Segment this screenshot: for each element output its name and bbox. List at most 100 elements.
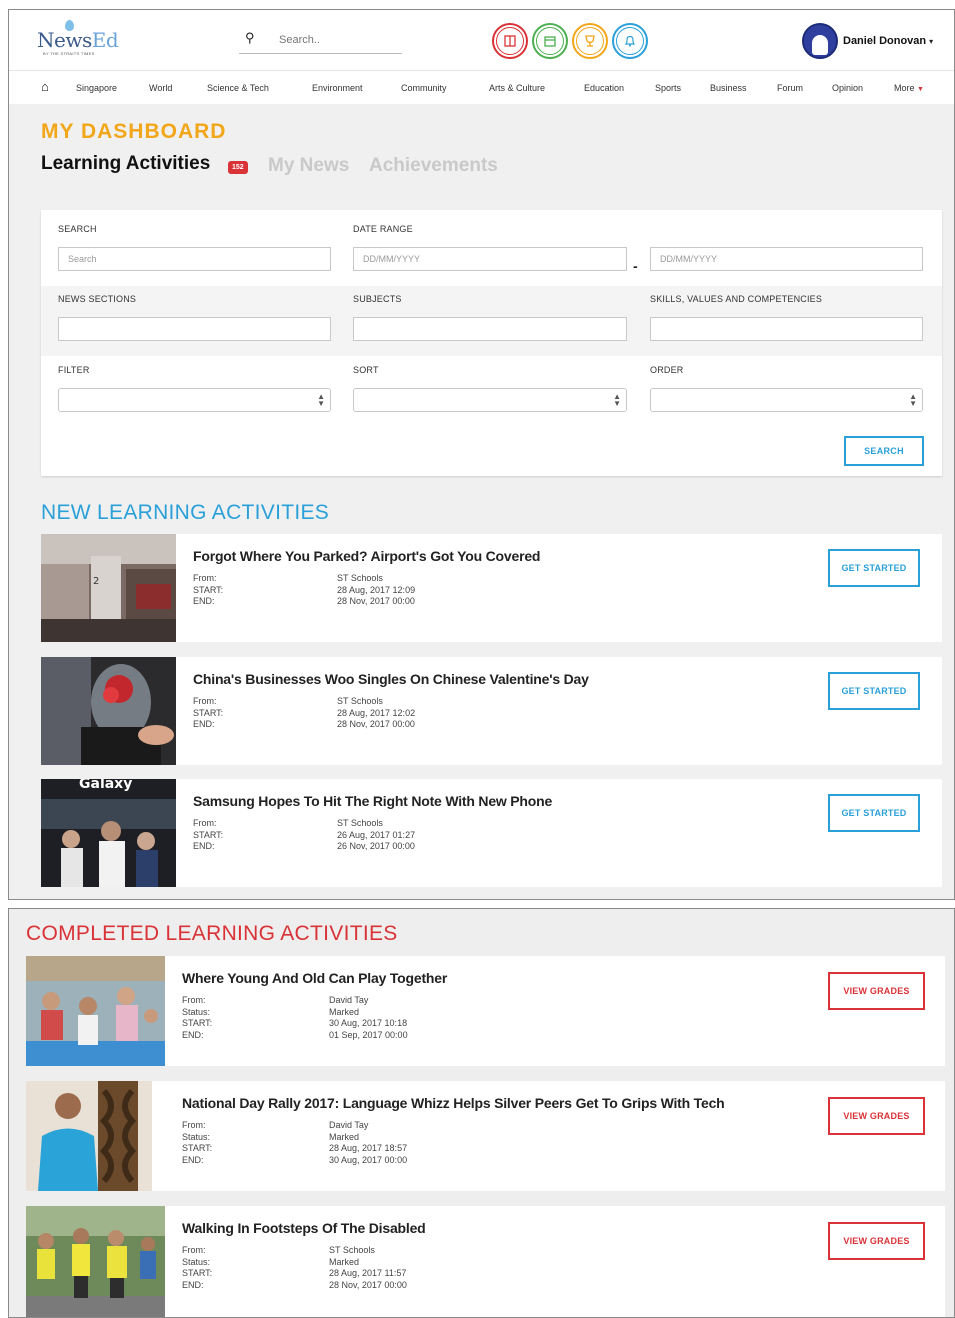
meta-from: ST Schools [337, 696, 383, 706]
activity-card: China's Businesses Woo Singles On Chines… [41, 657, 942, 765]
completed-card: Where Young And Old Can Play Together Fr… [26, 956, 945, 1066]
activity-meta-values: ST Schools 28 Aug, 2017 12:02 28 Nov, 20… [337, 696, 415, 731]
nav-item-opinion[interactable]: Opinion [832, 83, 863, 93]
folder-icon [536, 27, 564, 55]
subjects-label: SUBJECTS [353, 294, 402, 304]
meta-label-end: END: [182, 1279, 204, 1290]
skills-field[interactable] [650, 317, 923, 341]
meta-label-end: END: [182, 1154, 204, 1165]
nav-item-singapore[interactable]: Singapore [76, 83, 117, 93]
activity-title[interactable]: Walking In Footsteps Of The Disabled [182, 1220, 426, 1236]
filter-panel: SEARCH Search DATE RANGE DD/MM/YYYY - DD… [41, 210, 942, 476]
newsed-logo[interactable]: NewsEd [37, 28, 119, 52]
meta-label-start: START: [193, 584, 224, 595]
nav-item-forum[interactable]: Forum [777, 83, 803, 93]
folder-icon-button[interactable] [532, 23, 568, 59]
activity-meta-labels: From: Status: START: END: [182, 1120, 212, 1166]
home-icon[interactable]: ⌂ [41, 79, 49, 94]
meta-label-status: Status: [182, 1006, 211, 1017]
logo-accent: Ed [91, 28, 119, 52]
nav-item-education[interactable]: Education [584, 83, 624, 93]
top-header: NewsEd BY THE STRAITS TIMES ⚲ Search.. D… [9, 10, 954, 70]
activity-title[interactable]: Forgot Where You Parked? Airport's Got Y… [193, 548, 540, 564]
filter-select[interactable]: ▲ ▼ [58, 388, 331, 412]
meta-start: 26 Aug, 2017 01:27 [337, 829, 416, 840]
view-grades-button[interactable]: VIEW GRADES [828, 1097, 925, 1135]
get-started-button[interactable]: GET STARTED [828, 549, 920, 587]
thumbnail-image[interactable] [26, 1081, 165, 1191]
activity-meta-labels: From: START: END: [193, 573, 223, 608]
get-started-button[interactable]: GET STARTED [828, 672, 920, 710]
bell-icon-button[interactable] [612, 23, 648, 59]
thumbnail-image[interactable] [26, 956, 165, 1066]
date-to-field[interactable]: DD/MM/YYYY [650, 247, 923, 271]
meta-label-start: START: [182, 1143, 213, 1153]
nav-item-more[interactable]: More ▼ [894, 83, 924, 93]
thumbnail-image[interactable]: Galaxy [41, 779, 176, 887]
activity-title[interactable]: Where Young And Old Can Play Together [182, 970, 447, 986]
book-icon [496, 27, 524, 55]
page-title: MY DASHBOARD [41, 120, 227, 143]
activity-meta-values: David Tay Marked 30 Aug, 2017 10:18 01 S… [329, 995, 408, 1041]
nav-item-environment[interactable]: Environment [312, 83, 363, 93]
view-grades-button[interactable]: VIEW GRADES [828, 1222, 925, 1260]
news-sections-field[interactable] [58, 317, 331, 341]
thumbnail-image[interactable]: 2 [41, 534, 176, 642]
header-search-input[interactable] [279, 31, 399, 49]
order-select[interactable]: ▲ ▼ [650, 388, 923, 412]
activity-title[interactable]: China's Businesses Woo Singles On Chines… [193, 671, 589, 687]
nav-item-sports[interactable]: Sports [655, 83, 681, 93]
user-menu[interactable]: Daniel Donovan ▾ [802, 23, 933, 59]
meta-label-start: START: [193, 707, 224, 718]
tab-achievements[interactable]: Achievements [369, 155, 498, 177]
avatar [802, 23, 838, 59]
activity-meta-values: ST Schools 26 Aug, 2017 01:27 26 Nov, 20… [337, 818, 415, 853]
get-started-button[interactable]: GET STARTED [828, 794, 920, 832]
activity-meta-labels: From: START: END: [193, 818, 223, 853]
nav-item-business[interactable]: Business [710, 83, 747, 93]
completed-card: National Day Rally 2017: Language Whizz … [26, 1081, 945, 1191]
date-range-label: DATE RANGE [353, 224, 413, 234]
select-arrows-icon: ▲ ▼ [909, 392, 917, 408]
meta-label-start: START: [182, 1268, 213, 1278]
meta-label-end: END: [193, 596, 215, 606]
new-activities-title: NEW LEARNING ACTIVITIES [41, 501, 330, 524]
bell-icon [616, 27, 644, 55]
trophy-icon-button[interactable] [572, 23, 608, 59]
caret-down-icon: ▾ [929, 36, 934, 46]
meta-label-from: From: [182, 1120, 206, 1130]
activity-meta-labels: From: START: END: [193, 696, 223, 731]
order-label: ORDER [650, 365, 684, 375]
tab-my-news[interactable]: My News [268, 155, 349, 177]
search-field[interactable]: Search [58, 247, 331, 271]
search-button[interactable]: SEARCH [844, 436, 924, 466]
view-grades-button[interactable]: VIEW GRADES [828, 972, 925, 1010]
meta-from: ST Schools [337, 573, 383, 583]
date-from-field[interactable]: DD/MM/YYYY [353, 247, 627, 271]
subjects-field[interactable] [353, 317, 627, 341]
meta-label-from: From: [193, 696, 217, 706]
thumbnail-image[interactable] [41, 657, 176, 765]
nav-item-world[interactable]: World [149, 83, 172, 93]
tab-learning-activities[interactable]: Learning Activities [41, 153, 210, 175]
activity-title[interactable]: Samsung Hopes To Hit The Right Note With… [193, 793, 552, 809]
logo-main: News [37, 28, 92, 52]
meta-start: 30 Aug, 2017 10:18 [329, 1018, 408, 1028]
meta-from: David Tay [329, 995, 369, 1005]
select-arrows-icon: ▲ ▼ [613, 392, 621, 408]
meta-start: 28 Aug, 2017 12:09 [337, 584, 416, 595]
nav-item-science-tech[interactable]: Science & Tech [207, 83, 269, 93]
meta-label-from: From: [193, 573, 217, 583]
nav-more-label: More [894, 83, 915, 93]
activity-title[interactable]: National Day Rally 2017: Language Whizz … [182, 1095, 725, 1111]
thumbnail-image[interactable] [26, 1206, 165, 1317]
search-icon[interactable]: ⚲ [245, 30, 255, 46]
header-search: ⚲ [239, 30, 402, 54]
sort-select[interactable]: ▲ ▼ [353, 388, 627, 412]
svg-text:Galaxy: Galaxy [79, 779, 132, 792]
nav-item-community[interactable]: Community [401, 83, 447, 93]
meta-label-end: END: [193, 841, 215, 851]
nav-item-arts-culture[interactable]: Arts & Culture [489, 83, 545, 93]
completed-card: Walking In Footsteps Of The Disabled Fro… [26, 1206, 945, 1317]
book-icon-button[interactable] [492, 23, 528, 59]
